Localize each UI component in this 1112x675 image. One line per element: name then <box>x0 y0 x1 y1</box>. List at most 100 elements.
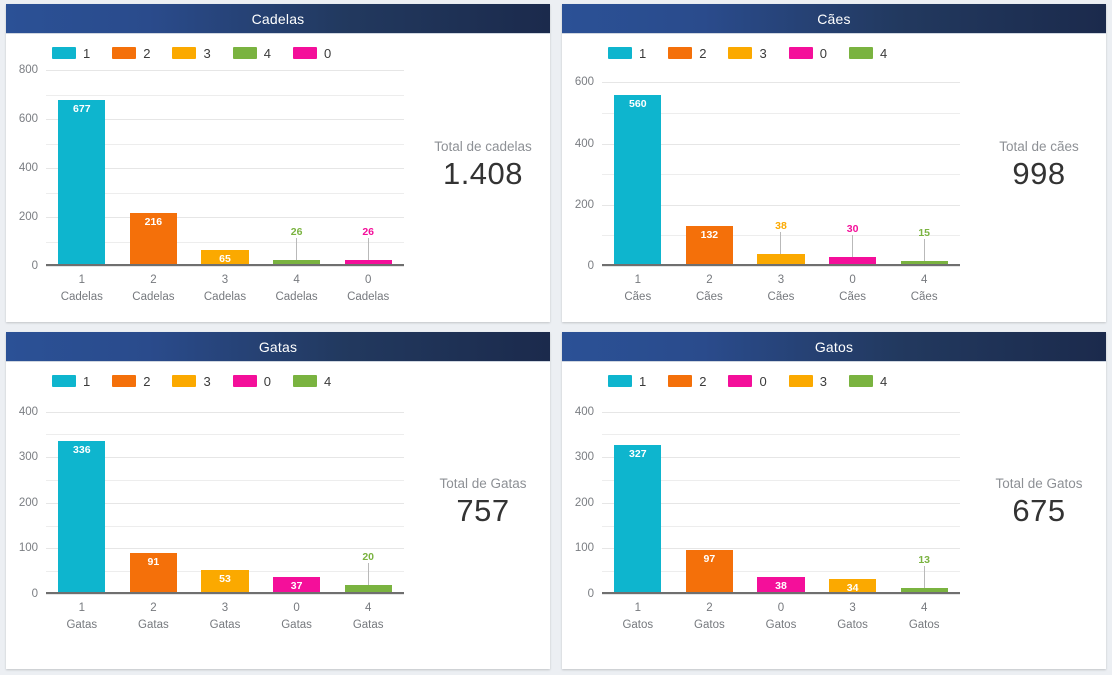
legend-label: 1 <box>83 373 91 389</box>
x-axis-category: 4 <box>364 602 372 614</box>
x-axis-sublabel: Cadelas <box>203 290 247 303</box>
legend-item-1[interactable]: 1 <box>52 46 90 61</box>
legend-item-4[interactable]: 4 <box>292 374 331 389</box>
plot-wrap: 0 100 200 300 400 327 97 38 34 13 1 Gatos 2 Gatos 0 Gat… <box>562 398 960 631</box>
bar-column[interactable]: 15 <box>888 70 960 266</box>
bar-column[interactable]: 34 <box>817 398 889 594</box>
legend-item-3[interactable]: 3 <box>728 46 767 61</box>
panel-cadelas: Cadelas 1 2 3 4 0 0 200 400 600 800 677 216 65 26 26 1 Ca… <box>6 4 550 322</box>
bar-column[interactable]: 38 <box>745 398 817 594</box>
legend-item-1[interactable]: 1 <box>608 374 646 389</box>
total-value: 998 <box>1012 155 1066 191</box>
legend-item-2[interactable]: 2 <box>668 46 706 61</box>
bar-column[interactable]: 327 <box>602 398 674 594</box>
bar[interactable]: 53 <box>201 569 249 594</box>
total-value: 1.408 <box>442 155 524 191</box>
y-tick-label: 0 <box>587 588 594 600</box>
bar[interactable]: 132 <box>685 225 734 266</box>
legend-swatch-icon <box>292 375 317 387</box>
bar-column[interactable]: 132 <box>674 70 746 266</box>
legend-item-0[interactable]: 0 <box>292 45 332 61</box>
legend-swatch-icon <box>608 47 632 59</box>
y-axis: 0 100 200 300 400 <box>562 398 598 600</box>
legend-item-4[interactable]: 4 <box>848 374 887 389</box>
legend-item-3[interactable]: 3 <box>788 374 827 389</box>
chart-legend: 1 2 3 0 4 <box>6 368 416 394</box>
legend-item-4[interactable]: 4 <box>848 46 887 61</box>
bar-value-label: 26 <box>290 225 303 238</box>
legend-item-3[interactable]: 3 <box>172 374 211 389</box>
bar-column[interactable]: 26 <box>261 70 333 266</box>
legend-item-2[interactable]: 2 <box>112 46 150 61</box>
panel-title: Gatos <box>814 338 854 355</box>
chart-legend: 1 2 3 4 0 <box>6 40 416 66</box>
bar-value-label: 560 <box>629 97 647 110</box>
legend-item-4[interactable]: 4 <box>232 46 271 61</box>
bar-column[interactable]: 336 <box>46 398 118 594</box>
bar-value-label: 216 <box>144 216 163 229</box>
x-axis-tick: 3 Gatas <box>189 594 261 633</box>
x-axis-tick: 0 Gatos <box>745 594 817 633</box>
bar[interactable]: 336 <box>58 440 106 594</box>
bar-column[interactable]: 97 <box>674 398 746 594</box>
bar-series: 327 97 38 34 13 <box>602 398 960 594</box>
legend-item-0[interactable]: 0 <box>788 46 827 61</box>
bar[interactable]: 216 <box>129 213 178 266</box>
bar-column[interactable]: 216 <box>118 70 190 266</box>
bar[interactable]: 327 <box>614 444 662 594</box>
plot-area: 560 132 38 30 15 <box>602 70 960 267</box>
bar-column[interactable]: 91 <box>118 398 190 594</box>
bar[interactable]: 91 <box>129 552 178 594</box>
x-axis-category: 4 <box>920 274 928 286</box>
bar-column[interactable]: 560 <box>602 70 674 266</box>
bar-column[interactable]: 13 <box>888 398 960 594</box>
legend-item-1[interactable]: 1 <box>52 374 90 389</box>
x-axis-category: 3 <box>849 602 856 614</box>
bar-column[interactable]: 30 <box>817 70 889 266</box>
bar-column[interactable]: 20 <box>332 398 404 594</box>
bar[interactable]: 677 <box>58 100 106 266</box>
panel-title: Cadelas <box>251 10 305 27</box>
x-axis-sublabel: Gatas <box>281 618 312 631</box>
y-tick-label: 300 <box>574 451 594 464</box>
bar-column[interactable]: 677 <box>46 70 118 266</box>
legend-label: 0 <box>759 373 767 389</box>
x-axis-tick: 1 Gatas <box>46 594 118 633</box>
bar-value-label: 327 <box>629 447 647 460</box>
bar-column[interactable]: 37 <box>261 398 333 594</box>
chart-legend: 1 2 0 3 4 <box>562 368 972 394</box>
legend-item-3[interactable]: 3 <box>172 46 211 61</box>
bar[interactable]: 560 <box>614 94 662 266</box>
bar-value-label: 677 <box>73 103 91 116</box>
bar-column[interactable]: 38 <box>745 70 817 266</box>
bar[interactable]: 97 <box>685 549 734 594</box>
legend-swatch-icon <box>668 375 693 387</box>
x-axis-category: 0 <box>293 602 300 614</box>
legend-swatch-icon <box>292 47 317 59</box>
x-axis-category: 1 <box>634 274 641 286</box>
panel-header-cadelas: Cadelas <box>6 4 550 34</box>
bar-value-label: 97 <box>703 552 716 565</box>
panel-header-gatos: Gatos <box>562 332 1106 362</box>
legend-swatch-icon <box>848 375 873 387</box>
legend-item-0[interactable]: 0 <box>232 374 271 389</box>
legend-item-1[interactable]: 1 <box>608 46 646 61</box>
bar-column[interactable]: 26 <box>332 70 404 266</box>
y-tick-label: 200 <box>18 211 38 223</box>
legend-item-2[interactable]: 2 <box>112 374 150 389</box>
legend-swatch-icon <box>52 375 76 387</box>
legend-item-0[interactable]: 0 <box>728 373 767 389</box>
x-axis-tick: 3 Cadelas <box>189 266 261 305</box>
total-card-gatos: Total de Gatos 675 <box>972 362 1106 669</box>
y-tick-label: 0 <box>587 260 594 272</box>
legend-label: 0 <box>323 45 332 61</box>
y-tick-label: 200 <box>574 496 594 509</box>
legend-item-2[interactable]: 2 <box>668 374 706 389</box>
plot-area: 336 91 53 37 20 <box>46 398 404 595</box>
legend-swatch-icon <box>608 375 632 387</box>
bar-column[interactable]: 65 <box>189 70 261 266</box>
y-tick-label: 400 <box>18 162 38 174</box>
panel-slot-gatos: Gatos 1 2 0 3 4 0 100 200 300 400 327 97 38 34 13 1 Gatos… <box>556 328 1112 675</box>
bar-column[interactable]: 53 <box>189 398 261 594</box>
bar-value-label: 20 <box>362 550 375 563</box>
